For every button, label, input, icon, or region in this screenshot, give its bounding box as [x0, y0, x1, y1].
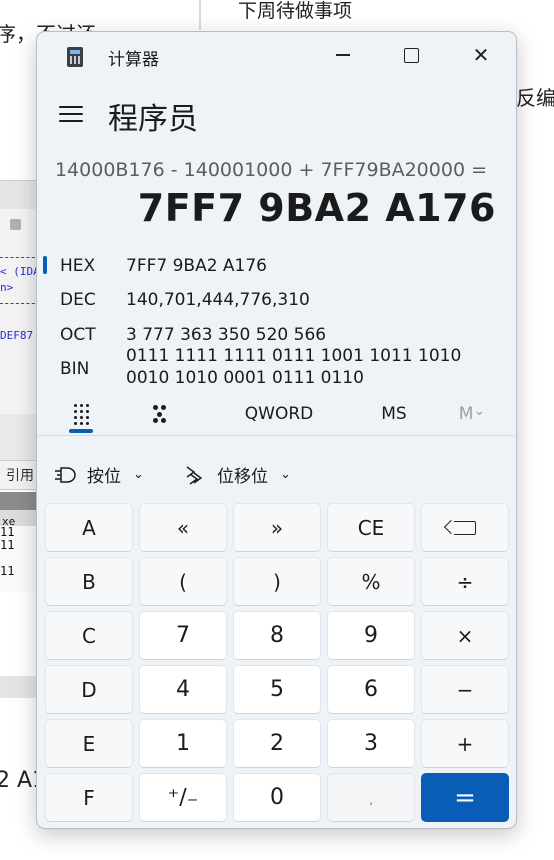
key-decimal[interactable]: .: [327, 773, 415, 822]
radix-label: DEC: [60, 290, 96, 310]
key-modulo[interactable]: %: [327, 557, 415, 606]
close-button[interactable]: ✕: [459, 38, 503, 72]
key-4[interactable]: 4: [139, 665, 227, 714]
operations-row: 按位 ⌄ 位移位 ⌄: [37, 452, 518, 496]
keypad: A « » CE B ( ) % ÷ C 7 8 9 × D 4 5 6 − E…: [45, 503, 511, 825]
key-0[interactable]: 0: [233, 773, 321, 822]
key-b[interactable]: B: [45, 557, 133, 606]
background-code-pane: < (IDA n> DEF87: [0, 180, 40, 414]
chevron-down-icon: ⌄: [473, 403, 486, 419]
background-code-line: < (IDA: [0, 265, 40, 278]
key-5[interactable]: 5: [233, 665, 321, 714]
tab-selected-indicator: [69, 429, 93, 433]
word-size-button[interactable]: QWORD: [234, 400, 324, 428]
radix-value: 0111 1111 1111 0111 1001 1011 1010 0010 …: [126, 346, 462, 386]
radix-label: HEX: [60, 256, 96, 276]
background-text: 下周待做事项: [238, 0, 353, 22]
background-text: 反编: [516, 86, 554, 110]
key-8[interactable]: 8: [233, 611, 321, 660]
key-7[interactable]: 7: [139, 611, 227, 660]
bit-shift-icon: [186, 465, 203, 485]
key-negate[interactable]: ⁺∕₋: [139, 773, 227, 822]
key-e[interactable]: E: [45, 719, 133, 768]
background-tabbar: [0, 181, 40, 209]
hamburger-menu-icon[interactable]: [59, 104, 83, 124]
radix-bin[interactable]: BIN 0111 1111 1111 0111 1001 1011 1010 0…: [37, 342, 518, 386]
maximize-icon: [403, 47, 419, 63]
memory-store-button[interactable]: MS: [369, 400, 419, 428]
radix-value: 7FF7 9BA2 A176: [126, 256, 267, 276]
bit-toggle-keypad-icon: [153, 404, 169, 424]
background-divider: [0, 257, 40, 258]
key-open-paren[interactable]: (: [139, 557, 227, 606]
key-2[interactable]: 2: [233, 719, 321, 768]
key-d[interactable]: D: [45, 665, 133, 714]
background-ref-tab: 引用: [0, 460, 40, 490]
key-6[interactable]: 6: [327, 665, 415, 714]
bit-shift-label: 位移位: [217, 467, 268, 487]
key-3[interactable]: 3: [327, 719, 415, 768]
key-close-paren[interactable]: ): [233, 557, 321, 606]
full-keypad-tab[interactable]: [59, 400, 103, 428]
window-title: 计算器: [108, 50, 159, 70]
bit-shift-menu-button[interactable]: 位移位 ⌄: [185, 462, 291, 487]
bitwise-menu-button[interactable]: 按位 ⌄: [55, 462, 144, 487]
key-add[interactable]: +: [421, 719, 509, 768]
background-close-icon: [10, 219, 21, 230]
background-table-subheader: xe: [0, 510, 40, 528]
key-backspace[interactable]: [421, 503, 509, 552]
radix-hex[interactable]: HEX 7FF7 9BA2 A176: [37, 248, 518, 280]
logic-gate-icon: [55, 466, 76, 483]
bit-toggle-tab[interactable]: [139, 400, 183, 428]
background-panel: [0, 676, 40, 698]
background-panel: [0, 414, 40, 462]
key-multiply[interactable]: ×: [421, 611, 509, 660]
background-divider: [0, 303, 40, 304]
background-table: xe 11 11 11: [0, 492, 40, 592]
calculator-icon: [67, 47, 83, 67]
radix-value: 140,701,444,776,310: [126, 290, 310, 310]
radix-label: BIN: [60, 359, 90, 379]
key-f[interactable]: F: [45, 773, 133, 822]
close-icon: ✕: [472, 43, 490, 67]
background-divider: [199, 0, 201, 30]
minimize-icon: [336, 54, 350, 56]
radix-dec[interactable]: DEC 140,701,444,776,310: [37, 282, 518, 314]
full-keypad-icon: [73, 403, 89, 425]
radix-selected-marker: [43, 256, 47, 274]
background-table-cell: 11: [0, 538, 15, 552]
backspace-icon: [454, 520, 476, 535]
key-a[interactable]: A: [45, 503, 133, 552]
minimize-button[interactable]: [321, 38, 365, 72]
key-subtract[interactable]: −: [421, 665, 509, 714]
background-table-cell: 11: [0, 564, 15, 578]
keypad-tabs: QWORD MS M ⌄: [37, 392, 518, 436]
bitwise-label: 按位: [87, 467, 121, 487]
result-display: 7FF7 9BA2 A176: [137, 186, 496, 230]
calculator-window: 计算器 ✕ 程序员 14000B176 - 140001000 + 7FF79B…: [36, 31, 518, 829]
background-code-line: n>: [0, 281, 14, 294]
expression-display: 14000B176 - 140001000 + 7FF79BA20000 =: [54, 159, 487, 181]
key-equals[interactable]: =: [421, 773, 509, 822]
background-table-header: [0, 492, 40, 510]
key-divide[interactable]: ÷: [421, 557, 509, 606]
key-c[interactable]: C: [45, 611, 133, 660]
background-code-line: DEF87: [0, 329, 34, 342]
title-bar[interactable]: 计算器 ✕: [37, 32, 516, 80]
key-rotate-right[interactable]: »: [233, 503, 321, 552]
memory-dropdown-label: M: [458, 404, 474, 424]
key-9[interactable]: 9: [327, 611, 415, 660]
key-1[interactable]: 1: [139, 719, 227, 768]
maximize-button[interactable]: [389, 38, 433, 72]
chevron-down-icon: ⌄: [280, 467, 291, 482]
memory-dropdown-button[interactable]: M ⌄: [447, 400, 497, 428]
key-rotate-left[interactable]: «: [139, 503, 227, 552]
chevron-down-icon: ⌄: [133, 467, 144, 482]
mode-title: 程序员: [108, 102, 198, 137]
key-clear-entry[interactable]: CE: [327, 503, 415, 552]
